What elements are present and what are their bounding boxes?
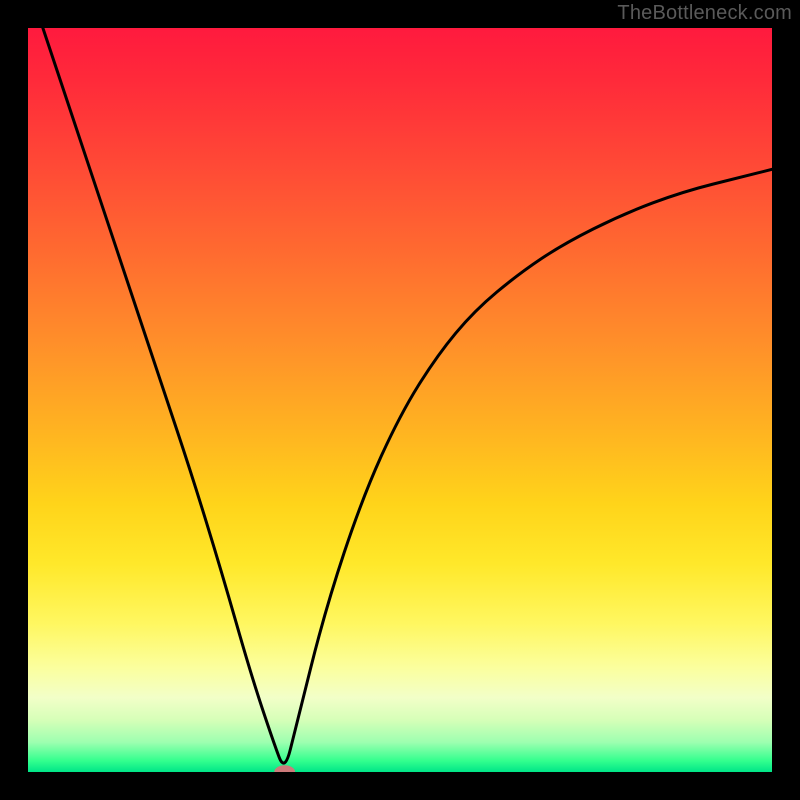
chart-frame: TheBottleneck.com [0,0,800,800]
watermark-text: TheBottleneck.com [617,2,792,25]
plot-area [28,28,772,772]
minimum-marker [274,765,295,772]
bottleneck-curve [43,28,772,763]
curve-svg [28,28,772,772]
